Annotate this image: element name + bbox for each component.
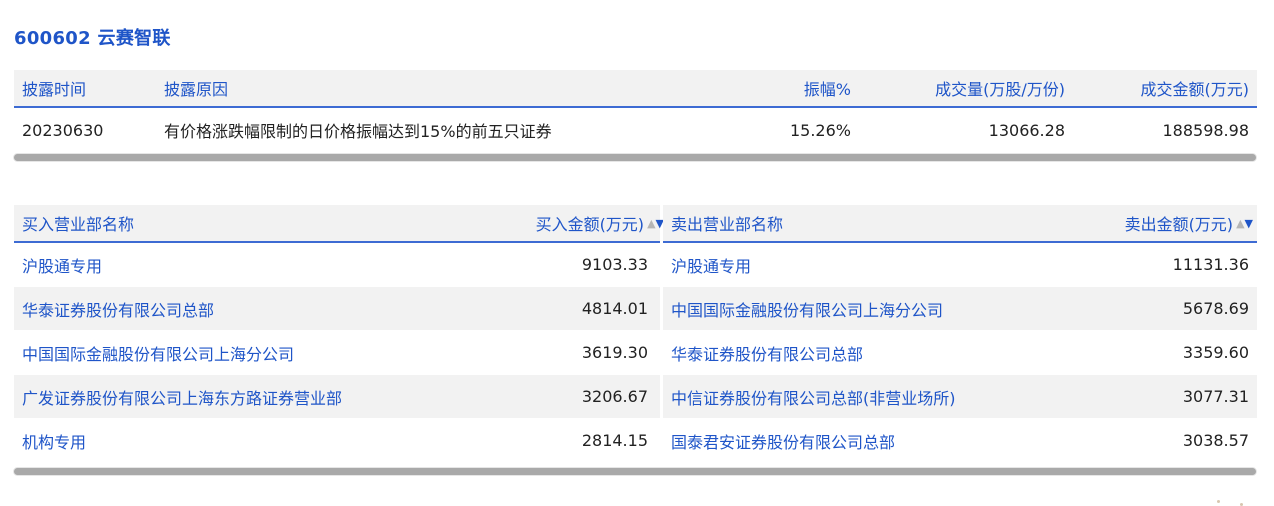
header-amount: 成交金额(万元)	[1140, 80, 1250, 99]
buy-row: 华泰证券股份有限公司总部 4814.01	[14, 287, 660, 331]
sort-ascending-icon[interactable]: ▲	[647, 217, 655, 230]
buy-row: 中国国际金融股份有限公司上海分公司 3619.30	[14, 331, 660, 375]
sell-broker-name[interactable]: 华泰证券股份有限公司总部	[671, 331, 863, 374]
sell-amount: 3077.31	[1182, 387, 1249, 406]
sell-header-amount: 卖出金额(万元)	[1124, 215, 1234, 234]
sell-broker-name[interactable]: 中信证券股份有限公司总部(非营业场所)	[671, 375, 956, 418]
buy-broker-name[interactable]: 广发证券股份有限公司上海东方路证券营业部	[22, 375, 342, 418]
buy-broker-name[interactable]: 华泰证券股份有限公司总部	[22, 287, 214, 330]
buy-amount: 4814.01	[581, 299, 648, 318]
disclosure-amplitude: 15.26%	[789, 120, 851, 140]
sell-broker-name[interactable]: 沪股通专用	[671, 243, 751, 286]
header-volume: 成交量(万股/万份)	[935, 80, 1065, 99]
sell-row: 中国国际金融股份有限公司上海分公司 5678.69	[663, 287, 1257, 331]
buy-amount: 3206.67	[581, 387, 648, 406]
sort-descending-icon[interactable]: ▼	[1245, 217, 1253, 230]
decorative-dot	[1217, 500, 1220, 503]
sell-amount: 11131.36	[1172, 255, 1249, 274]
buy-amount: 9103.33	[581, 255, 648, 274]
buy-amount: 3619.30	[581, 343, 648, 362]
sell-broker-name[interactable]: 国泰君安证券股份有限公司总部	[671, 419, 895, 462]
sell-amount: 5678.69	[1182, 299, 1249, 318]
sell-row: 中信证券股份有限公司总部(非营业场所) 3077.31	[663, 375, 1257, 419]
sell-table: 卖出营业部名称 卖出金额(万元) ▲ ▼ 沪股通专用 11131.36 中国国际…	[663, 205, 1257, 463]
disclosure-header: 披露时间 披露原因 振幅% 成交量(万股/万份) 成交金额(万元)	[14, 70, 1257, 108]
header-disclosure-time: 披露时间	[22, 80, 87, 99]
disclosure-row: 20230630 有价格涨跌幅限制的日价格振幅达到15%的前五只证券 15.26…	[14, 108, 1257, 152]
buy-header-amount-sort[interactable]: 买入金额(万元) ▲ ▼	[536, 205, 664, 241]
disclosure-reason: 有价格涨跌幅限制的日价格振幅达到15%的前五只证券	[164, 122, 552, 141]
header-amplitude: 振幅%	[803, 80, 851, 99]
disclosure-scrollbar[interactable]	[13, 153, 1257, 162]
buy-row: 广发证券股份有限公司上海东方路证券营业部 3206.67	[14, 375, 660, 419]
sell-row: 华泰证券股份有限公司总部 3359.60	[663, 331, 1257, 375]
sort-toggle[interactable]: ▲ ▼	[647, 217, 664, 230]
disclosure-date: 20230630	[22, 120, 104, 140]
buy-amount: 2814.15	[581, 431, 648, 450]
sort-ascending-icon[interactable]: ▲	[1236, 217, 1244, 230]
sell-amount: 3038.57	[1182, 431, 1249, 450]
buy-header-name: 买入营业部名称	[22, 215, 135, 234]
buy-header: 买入营业部名称 买入金额(万元) ▲ ▼	[14, 205, 664, 243]
sell-header-name: 卖出营业部名称	[671, 215, 784, 234]
sell-header: 卖出营业部名称 卖出金额(万元) ▲ ▼	[663, 205, 1257, 243]
buy-row: 机构专用 2814.15	[14, 419, 660, 463]
buy-row: 沪股通专用 9103.33	[14, 243, 660, 287]
disclosure-scrollbar-thumb[interactable]	[14, 154, 1256, 161]
broker-scrollbar-thumb[interactable]	[14, 468, 1256, 475]
broker-scrollbar[interactable]	[13, 467, 1257, 476]
sell-broker-name[interactable]: 中国国际金融股份有限公司上海分公司	[671, 287, 943, 330]
header-disclosure-reason: 披露原因	[164, 80, 229, 99]
sell-header-amount-sort[interactable]: 卖出金额(万元) ▲ ▼	[1125, 205, 1253, 241]
buy-table: 买入营业部名称 买入金额(万元) ▲ ▼ 沪股通专用 9103.33 华泰证券股…	[14, 205, 664, 463]
buy-header-amount: 买入金额(万元)	[535, 215, 645, 234]
sell-amount: 3359.60	[1182, 343, 1249, 362]
sort-toggle[interactable]: ▲ ▼	[1236, 217, 1253, 230]
disclosure-volume: 13066.28	[988, 120, 1065, 140]
disclosure-amount: 188598.98	[1162, 120, 1249, 140]
buy-broker-name[interactable]: 沪股通专用	[22, 243, 102, 286]
disclosure-table: 披露时间 披露原因 振幅% 成交量(万股/万份) 成交金额(万元) 202306…	[14, 70, 1257, 152]
buy-broker-name[interactable]: 中国国际金融股份有限公司上海分公司	[22, 331, 294, 374]
buy-broker-name[interactable]: 机构专用	[22, 419, 86, 462]
sell-row: 国泰君安证券股份有限公司总部 3038.57	[663, 419, 1257, 463]
sell-row: 沪股通专用 11131.36	[663, 243, 1257, 287]
page-title: 600602 云赛智联	[14, 28, 171, 49]
